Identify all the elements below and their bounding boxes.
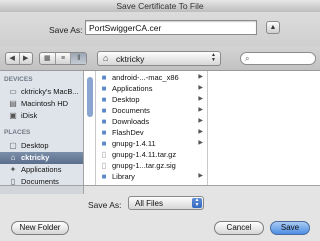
sidebar-item-label: Macintosh HD	[21, 99, 69, 108]
file-name: android-...-mac_x86	[112, 73, 179, 82]
list-item[interactable]: ■ Documents ▶	[96, 105, 207, 116]
desktop-icon: ▢	[9, 141, 17, 150]
search-field[interactable]: ⌕	[240, 52, 316, 65]
save-as-row: Save As: ▲	[0, 12, 320, 46]
path-popup[interactable]: ⌂ cktricky ▲ ▼	[97, 51, 221, 66]
list-item[interactable]: ▯ gnupg-1...tar.gz.sig	[96, 160, 207, 171]
document-icon: ▯	[101, 161, 107, 170]
bottom-bar: Save As: All Files ▲ ▼ New Folder Cancel …	[0, 185, 320, 241]
folder-icon: ■	[101, 73, 107, 82]
filename-input[interactable]	[85, 20, 257, 35]
popup-arrows-icon: ▲ ▼	[211, 52, 216, 63]
sidebar: DEVICES ▭ cktricky's MacB... ▤ Macintosh H…	[0, 71, 84, 185]
list-item[interactable]: ■ gnupg-1.4.11 ▶	[96, 138, 207, 149]
file-name: gnupg-1.4.11.tar.gz	[112, 150, 177, 159]
sidebar-item-label: Desktop	[21, 141, 49, 150]
list-item[interactable]: ■ Library ▶	[96, 171, 207, 182]
cancel-button[interactable]: Cancel	[214, 221, 264, 235]
save-button[interactable]: Save	[270, 221, 310, 235]
home-icon: ⌂	[10, 153, 16, 162]
idisk-icon: ▣	[9, 111, 17, 120]
sidebar-item-idisk[interactable]: ▣ iDisk	[0, 110, 83, 122]
forward-icon[interactable]: ▶	[20, 53, 33, 64]
chevron-right-icon: ▶	[198, 173, 203, 179]
chevron-right-icon: ▶	[198, 140, 203, 146]
collapse-dialog-button[interactable]: ▲	[266, 21, 280, 34]
laptop-icon: ▭	[9, 87, 17, 96]
chevron-right-icon: ▶	[198, 74, 203, 80]
document-icon: ▯	[101, 150, 107, 159]
path-label: cktricky	[116, 54, 145, 64]
save-dialog: Save Certificate To File Save As: ▲ ◀ ▶ …	[0, 0, 320, 241]
documents-icon: ▯	[10, 177, 16, 185]
file-name: gnupg-1...tar.gz.sig	[112, 161, 176, 170]
folder-icon: ■	[101, 172, 107, 181]
chevron-right-icon: ▶	[198, 96, 203, 102]
sidebar-item-label: Applications	[21, 165, 62, 174]
harddrive-icon: ▤	[9, 99, 17, 108]
list-item[interactable]: ■ Applications ▶	[96, 83, 207, 94]
file-name: FlashDev	[112, 128, 144, 137]
places-header: PLACES	[4, 129, 31, 136]
file-name: Library	[112, 172, 135, 181]
back-forward-control: ◀ ▶	[5, 52, 33, 65]
file-name: Applications	[112, 84, 153, 93]
toolbar: ◀ ▶ ▦ ≡ ‖ ⌂ cktricky ▲ ▼ ⌕	[0, 46, 320, 71]
file-name: gnupg-1.4.11	[112, 139, 156, 148]
folder-icon: ■	[101, 84, 107, 93]
back-icon[interactable]: ◀	[6, 53, 20, 64]
folder-icon: ■	[101, 106, 107, 115]
sidebar-item-macbook[interactable]: ▭ cktricky's MacB...	[0, 86, 83, 98]
file-name: Downloads	[112, 117, 150, 126]
chevron-right-icon: ▶	[198, 118, 203, 124]
save-as-label: Save As:	[49, 25, 83, 35]
sidebar-item-label: iDisk	[21, 111, 38, 120]
file-type-value: All Files	[135, 199, 164, 208]
search-icon: ⌕	[245, 54, 250, 63]
folder-icon: ■	[101, 117, 107, 126]
chevron-right-icon: ▶	[198, 85, 203, 91]
folder-icon: ■	[101, 128, 107, 137]
applications-icon: ✦	[9, 165, 17, 174]
sidebar-item-macintosh-hd[interactable]: ▤ Macintosh HD	[0, 98, 83, 110]
new-folder-button[interactable]: New Folder	[11, 221, 69, 235]
list-item[interactable]: ■ android-...-mac_x86 ▶	[96, 72, 207, 83]
format-label: Save As:	[88, 200, 122, 210]
popup-arrows-icon: ▲ ▼	[192, 198, 202, 208]
file-name: Documents	[112, 106, 150, 115]
sidebar-resize-handle[interactable]	[0, 186, 84, 194]
list-view-icon[interactable]: ≡	[56, 53, 72, 64]
list-item[interactable]: ■ Desktop ▶	[96, 94, 207, 105]
list-item[interactable]: ■ Downloads ▶	[96, 116, 207, 127]
sidebar-item-applications[interactable]: ✦ Applications	[0, 164, 83, 176]
sidebar-item-cktricky[interactable]: ⌂ cktricky	[0, 152, 83, 164]
list-item[interactable]: ▯ gnupg-1.4.11.tar.gz	[96, 149, 207, 160]
browser-column-files: ■ android-...-mac_x86 ▶ ■ Applications ▶ ■ De…	[96, 71, 208, 185]
file-name: Desktop	[112, 95, 140, 104]
sidebar-item-desktop[interactable]: ▢ Desktop	[0, 140, 83, 152]
column-view-icon[interactable]: ‖	[71, 53, 87, 64]
sidebar-item-label: Documents	[21, 177, 59, 185]
icon-view-icon[interactable]: ▦	[40, 53, 56, 64]
sidebar-item-label: cktricky's MacB...	[21, 87, 79, 96]
list-item[interactable]: ■ FlashDev ▶	[96, 127, 207, 138]
home-folder-icon: ⌂	[103, 53, 109, 63]
chevron-right-icon: ▶	[198, 129, 203, 135]
file-type-popup[interactable]: All Files ▲ ▼	[128, 196, 204, 210]
view-mode-control: ▦ ≡ ‖	[39, 52, 87, 65]
sidebar-item-label: cktricky	[21, 153, 50, 162]
folder-icon: ■	[101, 139, 107, 148]
sidebar-item-documents[interactable]: ▯ Documents	[0, 176, 83, 185]
column-browser: ■ android-...-mac_x86 ▶ ■ Applications ▶ ■ De…	[84, 71, 320, 185]
vertical-scrollbar-thumb[interactable]	[87, 77, 93, 117]
chevron-right-icon: ▶	[198, 107, 203, 113]
devices-header: DEVICES	[4, 76, 33, 83]
browser-column-left	[84, 71, 96, 185]
browser-column-empty	[208, 71, 320, 185]
folder-icon: ■	[101, 95, 107, 104]
